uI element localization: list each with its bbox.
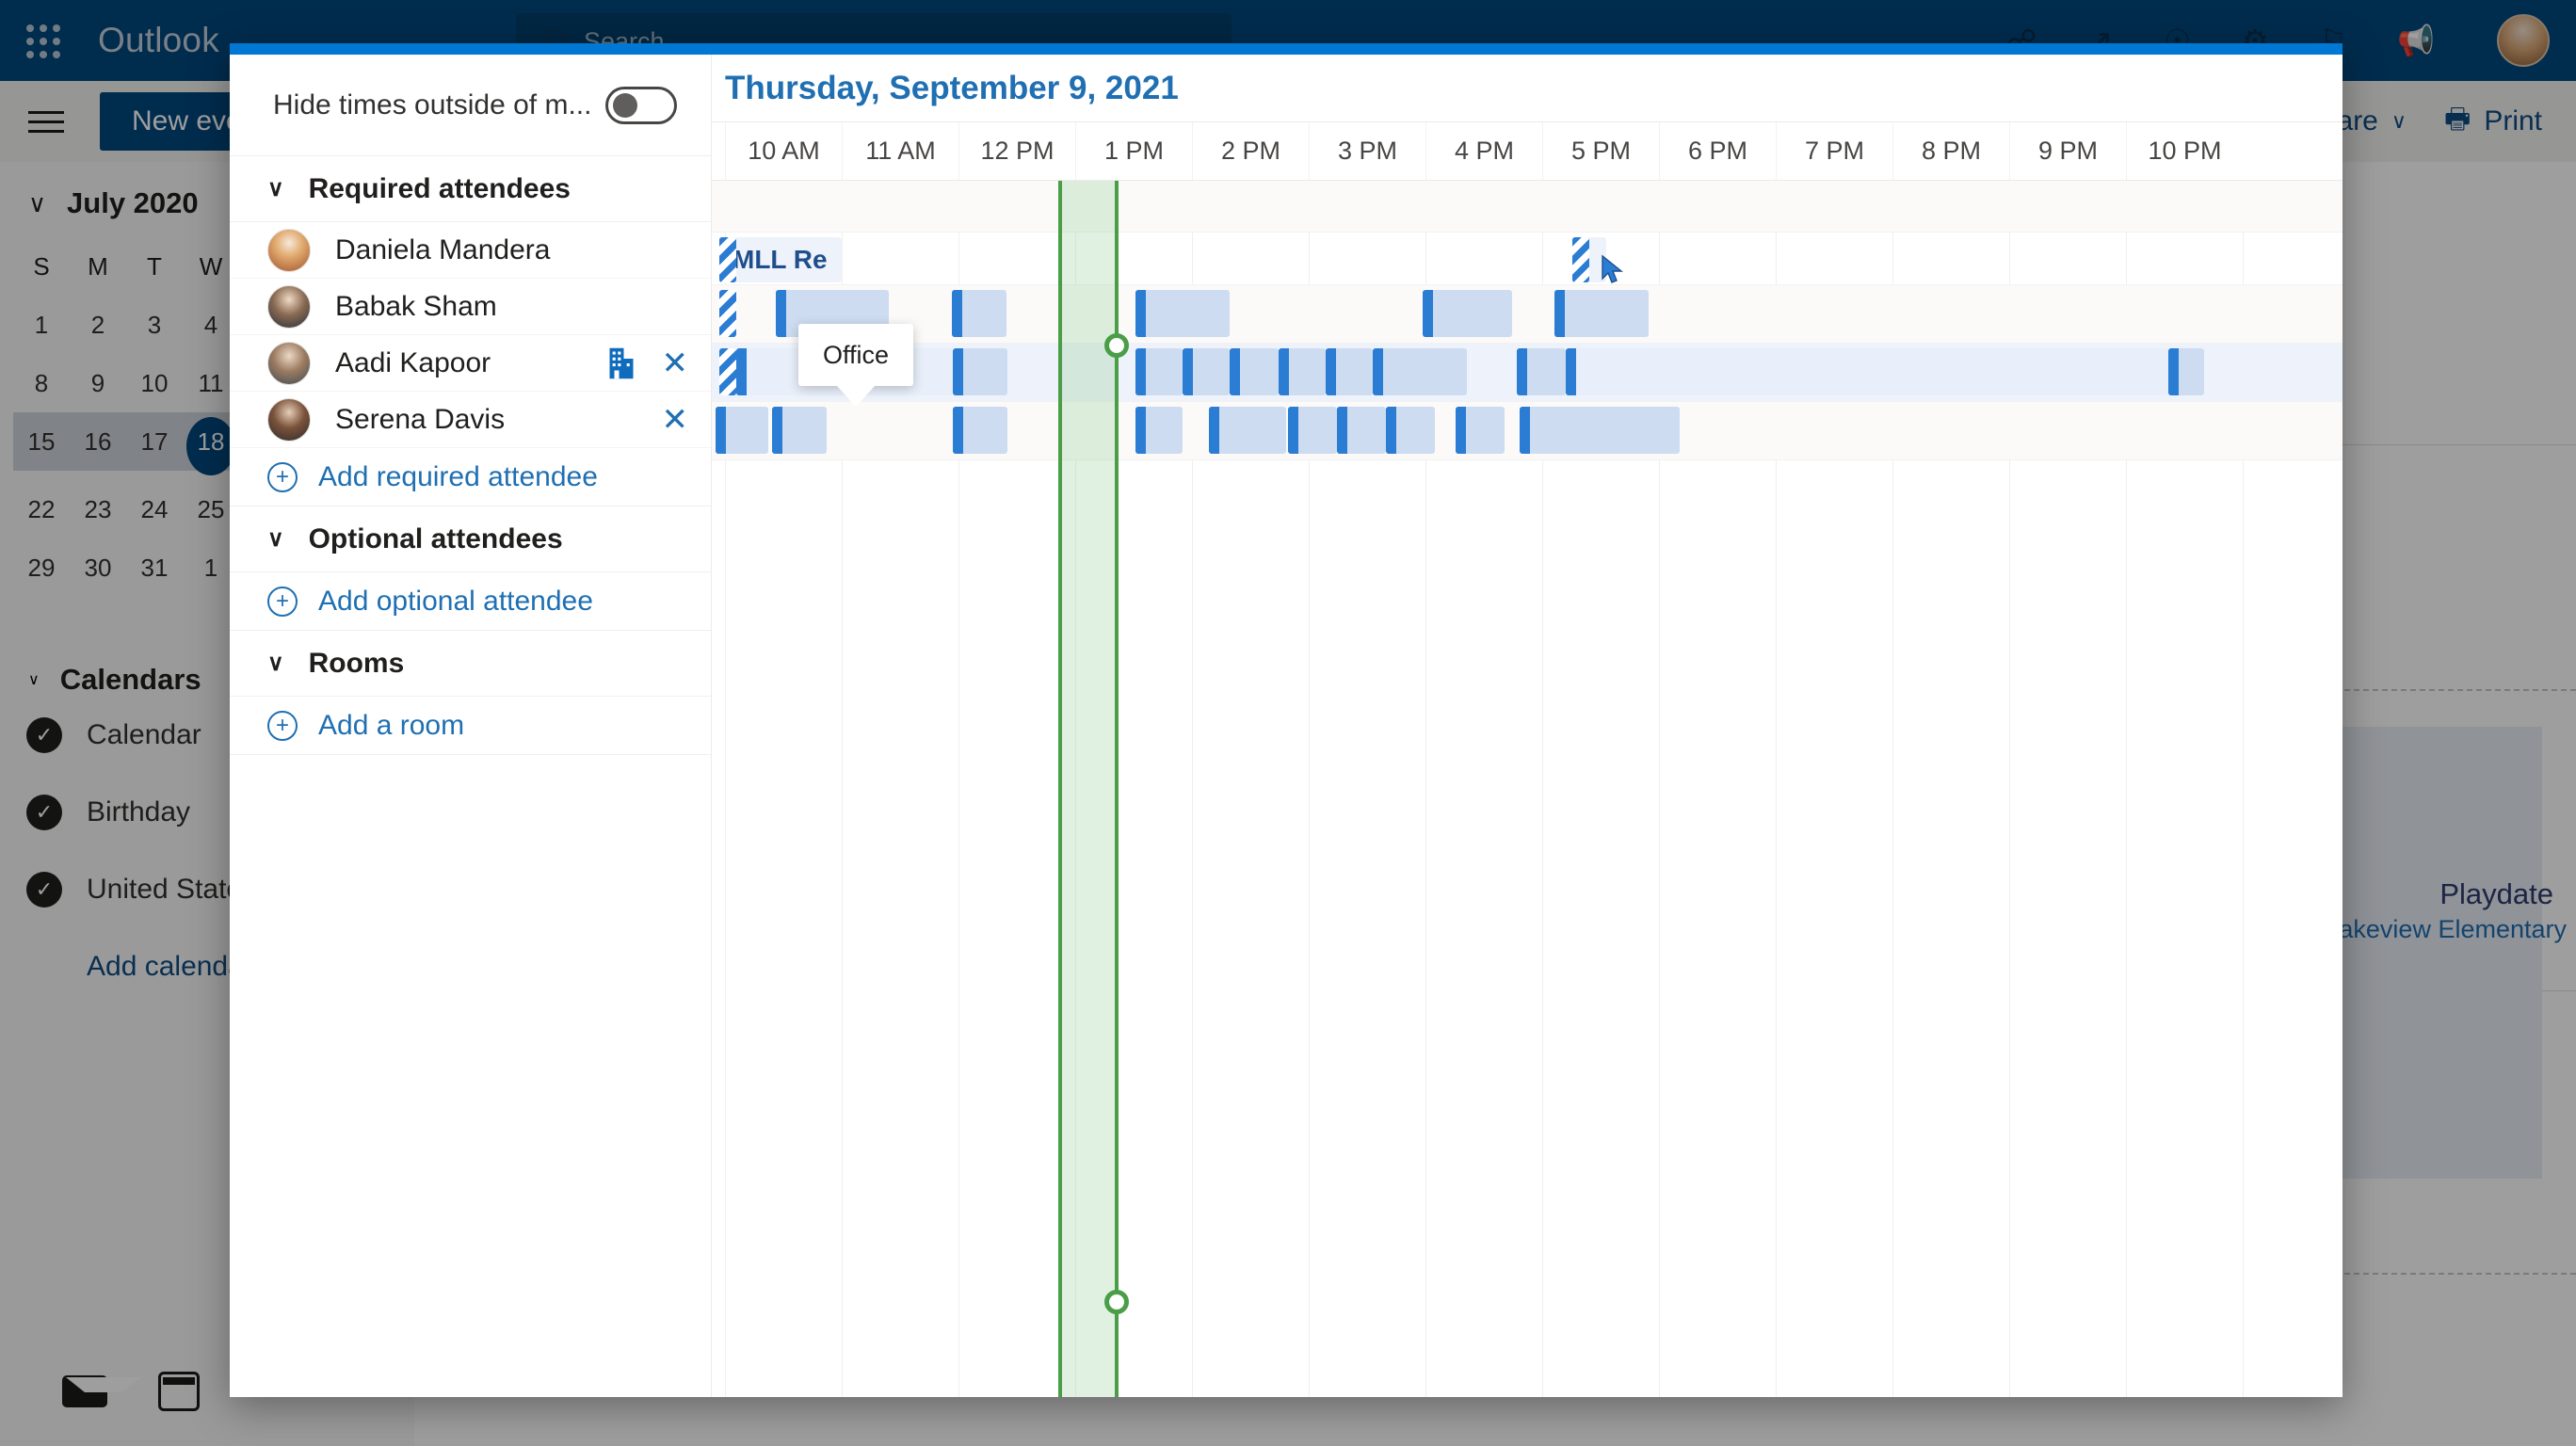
section-header-required[interactable]: ∨ Required attendees [230, 156, 711, 222]
avatar [267, 397, 311, 442]
busy-block[interactable] [1135, 290, 1230, 337]
section-header-rooms[interactable]: ∨ Rooms [230, 631, 711, 697]
busy-block-plain[interactable] [1566, 348, 2168, 395]
avatar [267, 228, 311, 272]
chevron-down-icon: ∨ [267, 526, 284, 552]
add-required-attendee-link[interactable]: + Add required attendee [230, 448, 711, 506]
schedule-grid: Thursday, September 9, 2021 10 AM 11 AM … [712, 55, 2343, 1397]
add-room-label: Add a room [318, 709, 465, 741]
avatar [267, 341, 311, 385]
selection-handle-bottom[interactable] [1104, 1290, 1129, 1314]
busy-block[interactable] [1517, 348, 1566, 395]
plus-circle-icon: + [267, 461, 298, 492]
attendee-row-babak-sham[interactable]: Babak Sham [230, 279, 711, 335]
hide-times-label: Hide times outside of m... [273, 88, 592, 120]
building-icon[interactable] [607, 347, 636, 379]
hour-label: 5 PM [1542, 122, 1659, 180]
attendee-row-serena-davis[interactable]: Serena Davis ✕ [230, 392, 711, 448]
busy-block[interactable] [2168, 348, 2204, 395]
busy-block[interactable] [1386, 407, 1435, 454]
tentative-block[interactable] [719, 348, 736, 395]
attendee-name: Daniela Mandera [335, 233, 551, 265]
busy-block[interactable] [1326, 348, 1373, 395]
busy-block[interactable] [1373, 348, 1467, 395]
busy-block[interactable] [1209, 407, 1286, 454]
chevron-down-icon: ∨ [267, 651, 284, 676]
hide-times-row[interactable]: Hide times outside of m... [230, 55, 711, 156]
mouse-cursor-icon [1602, 254, 1623, 283]
section-title: Optional attendees [308, 522, 563, 554]
attendee-name: Serena Davis [335, 403, 506, 435]
hour-label: 2 PM [1192, 122, 1309, 180]
tooltip-text: Office [822, 340, 890, 369]
attendee-name: Babak Sham [335, 290, 497, 322]
busy-block[interactable] [1456, 407, 1505, 454]
hour-label: 10 PM [2126, 122, 2243, 180]
plus-circle-icon: + [267, 710, 298, 741]
busy-block[interactable] [1230, 348, 1279, 395]
plus-circle-icon: + [267, 586, 298, 617]
attendees-panel: Hide times outside of m... ∨ Required at… [230, 55, 712, 1397]
hour-label: 10 AM [725, 122, 842, 180]
avatar [267, 284, 311, 329]
hour-label: 11 AM [842, 122, 958, 180]
hour-label: 8 PM [1892, 122, 2009, 180]
attendee-row-aadi-kapoor[interactable]: Aadi Kapoor ✕ [230, 335, 711, 392]
hour-label: 6 PM [1659, 122, 1776, 180]
attendee-name: Aadi Kapoor [335, 346, 491, 378]
busy-block[interactable] [952, 290, 1006, 337]
busy-block[interactable] [953, 348, 1007, 395]
hour-label: 9 PM [2009, 122, 2126, 180]
office-tooltip: Office [798, 324, 913, 407]
add-optional-attendee-link[interactable]: + Add optional attendee [230, 572, 711, 631]
section-header-optional[interactable]: ∨ Optional attendees [230, 506, 711, 572]
scheduling-assistant-dialog: Hide times outside of m... ∨ Required at… [230, 43, 2343, 1397]
tentative-block[interactable] [719, 290, 736, 337]
attendee-row-daniela-mandera[interactable]: Daniela Mandera [230, 222, 711, 279]
busy-block[interactable] [1337, 407, 1386, 454]
add-room-link[interactable]: + Add a room [230, 697, 711, 755]
close-icon[interactable]: ✕ [662, 404, 689, 436]
row-bg-header [712, 181, 2343, 232]
hour-gutter [712, 122, 725, 180]
close-icon[interactable]: ✕ [662, 347, 689, 379]
hide-times-toggle[interactable] [605, 86, 677, 124]
dialog-accent-bar [230, 43, 2343, 55]
busy-block-plain[interactable] [716, 407, 768, 454]
time-selection-zone[interactable] [1058, 181, 1119, 1397]
busy-block[interactable] [1520, 407, 1680, 454]
chevron-down-icon: ∨ [267, 176, 284, 201]
tentative-block-right-stripe [1572, 237, 1589, 282]
busy-block[interactable] [1135, 407, 1183, 454]
schedule-date-header: Thursday, September 9, 2021 [712, 55, 2343, 122]
busy-block[interactable] [1423, 290, 1512, 337]
hour-label: 12 PM [958, 122, 1075, 180]
busy-block[interactable] [1279, 348, 1326, 395]
add-required-attendee-label: Add required attendee [318, 460, 598, 492]
busy-block[interactable] [1554, 290, 1649, 337]
busy-block[interactable] [772, 407, 827, 454]
add-optional-attendee-label: Add optional attendee [318, 585, 593, 617]
busy-block[interactable] [1183, 348, 1230, 395]
hour-label: 7 PM [1776, 122, 1892, 180]
hour-label: 3 PM [1309, 122, 1425, 180]
hour-ruler: 10 AM 11 AM 12 PM 1 PM 2 PM 3 PM 4 PM 5 … [712, 122, 2343, 181]
hour-label: 1 PM [1075, 122, 1192, 180]
schedule-canvas[interactable]: MLL Re [712, 181, 2343, 1397]
tentative-block-stripe [719, 237, 736, 282]
busy-block[interactable] [1288, 407, 1337, 454]
hour-label: 4 PM [1425, 122, 1542, 180]
busy-block[interactable] [1135, 348, 1183, 395]
selection-handle-top[interactable] [1104, 333, 1129, 358]
section-title: Rooms [308, 647, 405, 679]
section-title: Required attendees [308, 172, 571, 204]
tentative-block-label[interactable]: MLL Re [719, 237, 842, 282]
busy-block[interactable] [953, 407, 1007, 454]
